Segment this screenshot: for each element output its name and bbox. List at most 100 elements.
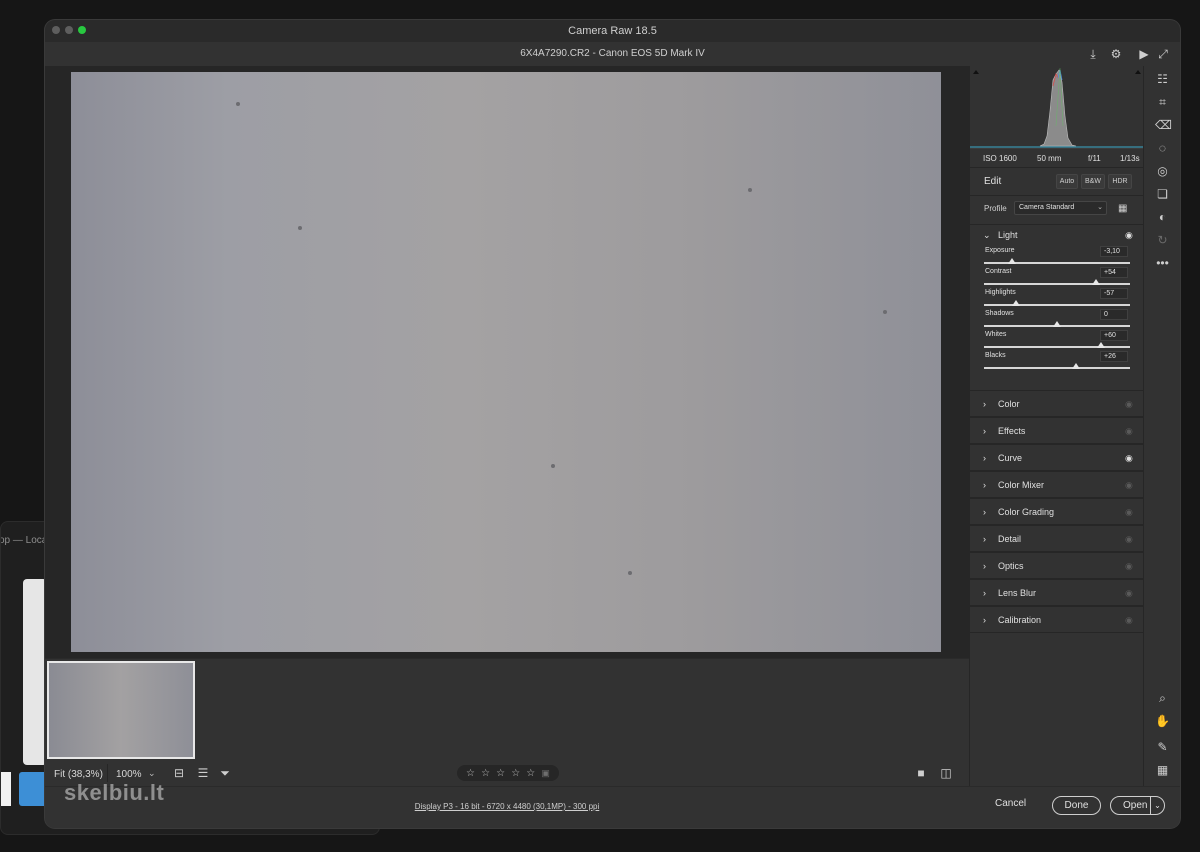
slider-track[interactable]	[984, 304, 1130, 306]
sort-icon[interactable]: ☰	[195, 766, 211, 780]
zoom-level-button[interactable]: 100%	[116, 769, 142, 780]
zoom-tool-icon[interactable]: ⌕	[1155, 691, 1170, 706]
slider-contrast[interactable]: Contrast +54	[970, 267, 1144, 289]
gear-icon[interactable]: ⚙	[1108, 46, 1124, 62]
section-color-mixer[interactable]: › Color Mixer ◉	[970, 471, 1144, 498]
eyedropper-icon[interactable]: ✎	[1155, 740, 1170, 755]
auto-button[interactable]: Auto	[1056, 174, 1078, 189]
photo-preview[interactable]	[71, 72, 941, 652]
section-label: Color Grading	[998, 507, 1055, 517]
section-color-grading[interactable]: › Color Grading ◉	[970, 498, 1144, 525]
eye-icon[interactable]: ◉	[1125, 534, 1133, 545]
sensor-dust	[748, 188, 752, 192]
slider-value-input[interactable]: -57	[1100, 288, 1128, 299]
section-effects[interactable]: › Effects ◉	[970, 417, 1144, 444]
eye-icon[interactable]: ◉	[1125, 230, 1133, 241]
eye-icon[interactable]: ◉	[1125, 507, 1133, 518]
slider-thumb[interactable]	[1096, 342, 1105, 348]
more-icon[interactable]: •••	[1155, 256, 1170, 271]
masking-icon[interactable]: ◌	[1155, 141, 1170, 156]
slider-thumb[interactable]	[1012, 300, 1021, 306]
section-color[interactable]: › Color ◉	[970, 390, 1144, 417]
eraser-icon[interactable]: ⌫	[1155, 118, 1172, 133]
done-button[interactable]: Done	[1052, 796, 1101, 815]
slider-label: Highlights	[985, 289, 1016, 296]
filmstrip-thumbnail[interactable]	[47, 661, 195, 759]
slider-value-input[interactable]: +26	[1100, 351, 1128, 362]
profile-browser-icon[interactable]: ▦	[1118, 203, 1127, 214]
slider-whites[interactable]: Whites +60	[970, 330, 1144, 352]
red-eye-icon[interactable]: ◎	[1155, 164, 1170, 179]
light-section-header[interactable]: ⌄ Light ◉	[970, 224, 1144, 244]
slider-track[interactable]	[984, 262, 1130, 264]
eye-icon[interactable]: ◉	[1125, 480, 1133, 491]
slider-shadows[interactable]: Shadows 0	[970, 309, 1144, 331]
single-view-icon[interactable]: ■	[913, 766, 929, 780]
star-icon[interactable]: ☆	[481, 768, 490, 779]
workflow-options-link[interactable]: Display P3 - 16 bit - 6720 x 4480 (30,1M…	[45, 802, 969, 811]
image-canvas[interactable]	[45, 66, 969, 658]
cancel-button[interactable]: Cancel	[995, 798, 1026, 809]
sync-icon[interactable]: ↻	[1155, 233, 1170, 248]
slider-blacks[interactable]: Blacks +26	[970, 351, 1144, 373]
edit-sliders-icon[interactable]: ☷	[1155, 72, 1170, 87]
eye-icon[interactable]: ◉	[1125, 615, 1133, 626]
star-icon[interactable]: ☆	[526, 768, 535, 779]
eye-icon[interactable]: ◉	[1125, 561, 1133, 572]
slider-thumb[interactable]	[1092, 279, 1101, 285]
slider-track[interactable]	[984, 283, 1130, 285]
chevron-right-icon: ›	[983, 561, 986, 571]
section-curve[interactable]: › Curve ◉	[970, 444, 1144, 471]
preview-toggle-icon[interactable]: ▶	[1136, 46, 1152, 62]
section-label: Color	[998, 399, 1020, 409]
slider-track[interactable]	[984, 367, 1130, 369]
bw-button[interactable]: B&W	[1081, 174, 1105, 189]
crop-icon[interactable]: ⌗	[1155, 95, 1170, 110]
snapshots-icon[interactable]: ❏	[1155, 187, 1170, 202]
star-icon[interactable]: ☆	[496, 768, 505, 779]
slider-label: Shadows	[985, 310, 1014, 317]
grid-icon[interactable]: ▦	[1155, 763, 1170, 778]
star-icon[interactable]: ☆	[511, 768, 520, 779]
section-detail[interactable]: › Detail ◉	[970, 525, 1144, 552]
image-menu-icon[interactable]: ⊟	[171, 766, 187, 780]
trash-icon[interactable]: ▣	[541, 768, 550, 779]
slider-highlights[interactable]: Highlights -57	[970, 288, 1144, 310]
profile-select[interactable]: Camera Standard ⌄	[1014, 201, 1107, 215]
highlight-clip-icon[interactable]	[1135, 70, 1141, 74]
open-button[interactable]: Open ⌄	[1110, 796, 1165, 815]
slider-value-input[interactable]: +54	[1100, 267, 1128, 278]
chevron-down-icon[interactable]: ⌄	[1150, 797, 1164, 814]
fullscreen-icon[interactable]: ⤢	[1155, 46, 1171, 62]
sensor-dust	[628, 571, 632, 575]
filter-icon[interactable]: ⏷	[217, 766, 233, 780]
eye-icon[interactable]: ◉	[1125, 399, 1133, 410]
slider-value-input[interactable]: 0	[1100, 309, 1128, 320]
eye-icon[interactable]: ◉	[1125, 588, 1133, 599]
zoom-dropdown-icon[interactable]: ⌄	[148, 768, 156, 779]
slider-exposure[interactable]: Exposure -3,10	[970, 246, 1144, 268]
star-icon[interactable]: ☆	[466, 768, 475, 779]
slider-value-input[interactable]: +60	[1100, 330, 1128, 341]
section-optics[interactable]: › Optics ◉	[970, 552, 1144, 579]
before-after-icon[interactable]: ◫	[938, 766, 954, 780]
section-label: Calibration	[998, 615, 1042, 625]
eye-icon[interactable]: ◉	[1125, 453, 1133, 464]
hdr-button[interactable]: HDR	[1108, 174, 1132, 189]
hand-tool-icon[interactable]: ✋	[1155, 714, 1170, 729]
section-calibration[interactable]: › Calibration ◉	[970, 606, 1144, 633]
slider-thumb[interactable]	[1071, 363, 1080, 369]
eye-icon[interactable]: ◉	[1125, 426, 1133, 437]
exif-info: ISO 1600 50 mm f/11 1/13s	[970, 148, 1144, 166]
presets-icon[interactable]: ◐	[1155, 210, 1170, 225]
star-rating[interactable]: ☆ ☆ ☆ ☆ ☆ ▣	[457, 765, 559, 781]
section-lens-blur[interactable]: › Lens Blur ◉	[970, 579, 1144, 606]
file-bar: 6X4A7290.CR2 - Canon EOS 5D Mark IV ⤓ ⚙ …	[45, 42, 1180, 66]
slider-thumb[interactable]	[1053, 321, 1061, 327]
slider-value-input[interactable]: -3,10	[1100, 246, 1128, 257]
save-icon[interactable]: ⤓	[1085, 46, 1101, 62]
slider-track[interactable]	[984, 346, 1130, 348]
slider-thumb[interactable]	[1007, 258, 1016, 264]
zoom-fit-button[interactable]: Fit (38,3%)	[54, 769, 103, 780]
shadow-clip-icon[interactable]	[973, 70, 979, 74]
